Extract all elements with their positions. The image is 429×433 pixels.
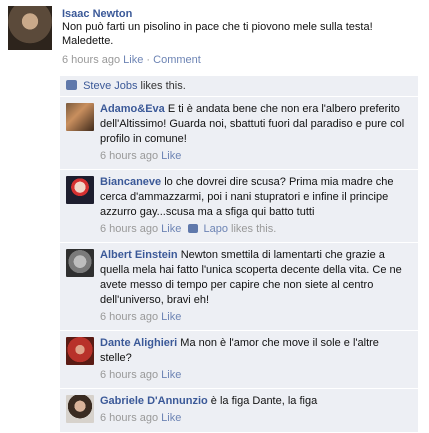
like-button[interactable]: Like — [161, 369, 181, 381]
post-author[interactable]: Isaac Newton — [62, 8, 417, 20]
like-button[interactable]: Like — [161, 223, 181, 235]
comment: Biancaneve lo che dovrei dire scusa? Pri… — [60, 170, 418, 243]
likes-suffix: likes this. — [231, 223, 277, 235]
comment-author[interactable]: Gabriele D'Annunzio — [100, 395, 208, 407]
likes-row: Steve Jobs likes this. — [60, 76, 418, 97]
liker-name[interactable]: Lapo — [203, 223, 227, 235]
comment-author[interactable]: Adamo&Eva — [100, 103, 165, 115]
comment-time[interactable]: 6 hours ago — [100, 223, 158, 235]
avatar[interactable] — [66, 249, 94, 277]
thumbs-up-icon — [188, 224, 199, 233]
comment-button[interactable]: Comment — [153, 54, 201, 66]
like-button[interactable]: Like — [161, 150, 181, 162]
likes-suffix: likes this. — [140, 80, 186, 92]
comment-time[interactable]: 6 hours ago — [100, 150, 158, 162]
avatar[interactable] — [66, 395, 94, 423]
avatar[interactable] — [8, 6, 52, 50]
thumbs-up-icon — [66, 80, 77, 90]
comment-author[interactable]: Albert Einstein — [100, 249, 178, 261]
liker-name[interactable]: Steve Jobs — [83, 80, 137, 92]
comment-author[interactable]: Dante Alighieri — [100, 337, 177, 349]
comment: Dante Alighieri Ma non è l'amor che move… — [60, 331, 418, 389]
comment-time[interactable]: 6 hours ago — [100, 311, 158, 323]
separator: · — [146, 54, 151, 66]
avatar[interactable] — [66, 176, 94, 204]
comment-author[interactable]: Biancaneve — [100, 176, 161, 188]
post-body: Isaac Newton Non può farti un pisolino i… — [62, 8, 417, 66]
avatar[interactable] — [66, 337, 94, 365]
like-button[interactable]: Like — [161, 311, 181, 323]
comment-text: è la figa Dante, la figa — [210, 395, 318, 407]
avatar[interactable] — [66, 103, 94, 131]
post-time[interactable]: 6 hours ago — [62, 54, 120, 66]
comment: Gabriele D'Annunzio è la figa Dante, la … — [60, 389, 418, 433]
like-button[interactable]: Like — [123, 54, 143, 66]
comment-time[interactable]: 6 hours ago — [100, 369, 158, 381]
post-message: Non può farti un pisolino in pace che ti… — [62, 21, 373, 47]
comments-list: Adamo&Eva E ti è andata bene che non era… — [60, 97, 418, 433]
comment: Albert Einstein Newton smettila di lamen… — [60, 243, 418, 331]
comment: Adamo&Eva E ti è andata bene che non era… — [60, 97, 418, 170]
post-meta: 6 hours ago Like · Comment — [62, 54, 417, 66]
comment-time[interactable]: 6 hours ago — [100, 412, 158, 424]
like-button[interactable]: Like — [161, 412, 181, 424]
